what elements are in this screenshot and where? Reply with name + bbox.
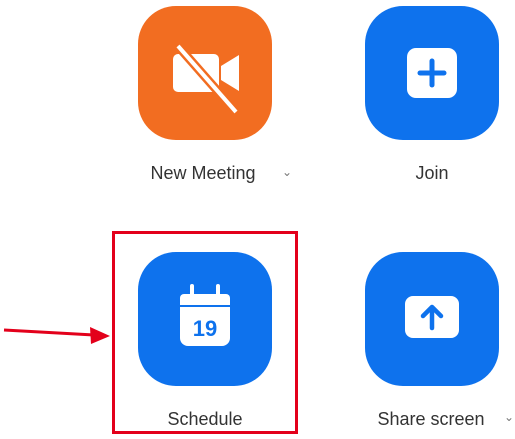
chevron-down-icon[interactable]: ⌄ — [282, 166, 292, 178]
join-label: Join — [415, 163, 449, 183]
new-meeting-button[interactable] — [138, 6, 272, 140]
home-actions-panel: New Meeting ⌄ Join 19 Schedule Share scr… — [0, 0, 515, 439]
video-off-icon — [173, 43, 240, 115]
share-screen-button[interactable] — [365, 252, 499, 386]
chevron-down-icon[interactable]: ⌄ — [504, 411, 514, 423]
highlight-box — [112, 231, 298, 434]
new-meeting-label: New Meeting — [150, 163, 256, 183]
red-pointer-arrow — [3, 327, 110, 344]
share-up-arrow-icon — [405, 296, 459, 338]
join-button[interactable] — [365, 6, 499, 140]
plus-icon — [407, 48, 457, 98]
share-screen-label: Share screen — [377, 409, 485, 429]
